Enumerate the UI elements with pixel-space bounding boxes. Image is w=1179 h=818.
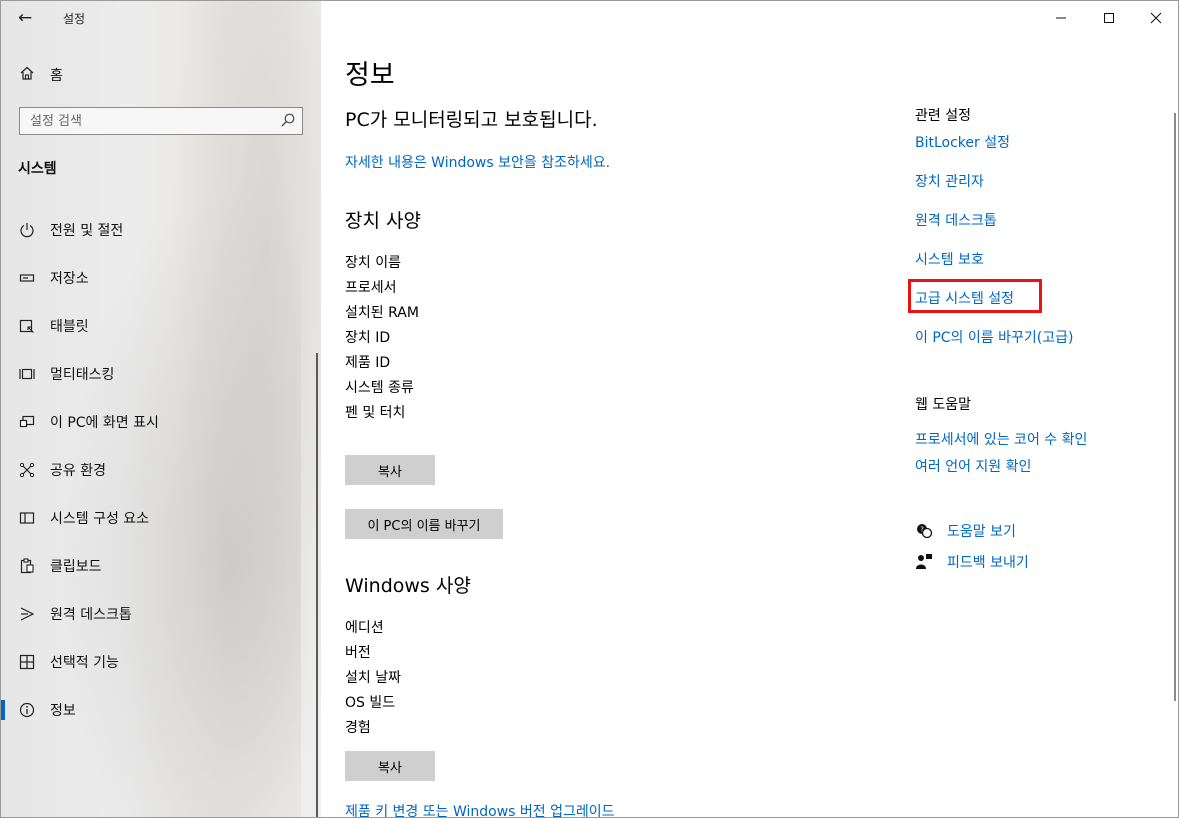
rename-pc-advanced-link[interactable]: 이 PC의 이름 바꾸기(고급) [915,327,1073,347]
main-content: 정보 PC가 모니터링되고 보호됩니다. 자세한 내용은 Windows 보안을… [321,1,1178,817]
sidebar-item-label: 전원 및 절전 [50,223,124,239]
sidebar-section-title: 시스템 [18,161,57,177]
optional-features-icon [18,653,36,671]
highlight-box [908,279,1042,313]
sidebar-item-components[interactable]: 시스템 구성 요소 [1,498,321,538]
spec-label: 버전 [345,645,371,661]
copy-device-specs-button[interactable]: 복사 [345,455,435,485]
sidebar-item-label: 멀티태스킹 [50,367,115,383]
home-label: 홈 [50,68,63,84]
maximize-icon [1104,13,1114,23]
spec-label: 장치 이름 [345,255,401,271]
device-manager-link[interactable]: 장치 관리자 [915,171,984,191]
sidebar-item-label: 원격 데스크톱 [50,607,132,623]
spec-label: 시스템 종류 [345,380,414,396]
storage-icon [18,269,36,287]
components-icon [18,509,36,527]
settings-search-box[interactable] [19,107,303,135]
sidebar-item-label: 저장소 [50,271,89,287]
sidebar-item-multitasking[interactable]: 멀티태스킹 [1,354,321,394]
sidebar-item-share[interactable]: 공유 환경 [1,450,321,490]
power-icon [18,221,36,239]
back-arrow-icon[interactable]: ← [18,7,38,29]
close-icon [1150,12,1162,24]
spec-label: 프로세서 [345,280,397,296]
spec-label: 제품 ID [345,355,391,371]
sidebar-item-label: 선택적 기능 [50,655,119,671]
sidebar-item-remote-desktop[interactable]: 원격 데스크톱 [1,594,321,634]
multitasking-icon [18,365,36,383]
share-icon [18,461,36,479]
page-title: 정보 [345,60,395,91]
search-input[interactable] [20,108,280,134]
sidebar-item-label: 공유 환경 [50,463,106,479]
feedback-icon [915,553,933,571]
protection-status: PC가 모니터링되고 보호됩니다. [345,109,598,131]
sidebar-item-label: 시스템 구성 요소 [50,511,150,527]
clipboard-icon [18,557,36,575]
spec-label: 설치된 RAM [345,305,419,321]
home-nav-item[interactable]: 홈 [18,64,63,86]
sidebar: ← 설정 홈 시스템 전원 및 절전 저장소 태블릿 멀티태스킹 [1,1,321,817]
info-icon [18,701,36,719]
language-support-help-link[interactable]: 여러 언어 지원 확인 [915,456,1031,476]
spec-label: 장치 ID [345,330,391,346]
spec-label: 경험 [345,720,371,736]
remote-desktop-link[interactable]: 원격 데스크톱 [915,210,997,230]
send-feedback-row[interactable]: 피드백 보내기 [915,551,1029,573]
sidebar-item-label: 태블릿 [50,319,89,335]
system-protection-link[interactable]: 시스템 보호 [915,249,984,269]
copy-windows-specs-button[interactable]: 복사 [345,751,435,781]
maximize-button[interactable] [1094,7,1124,29]
search-icon[interactable] [280,112,296,128]
sidebar-item-clipboard[interactable]: 클립보드 [1,546,321,586]
home-icon [18,65,36,85]
rename-pc-button[interactable]: 이 PC의 이름 바꾸기 [345,509,503,539]
app-title: 설정 [63,12,86,26]
get-help-link[interactable]: 도움말 보기 [947,521,1016,541]
sidebar-item-label: 이 PC에 화면 표시 [50,415,159,431]
related-settings-heading: 관련 설정 [915,108,971,124]
tablet-icon [18,317,36,335]
sidebar-item-optional-features[interactable]: 선택적 기능 [1,642,321,682]
sidebar-scrollbar[interactable] [316,353,318,817]
sidebar-item-label: 정보 [50,703,76,719]
project-icon [18,413,36,431]
web-help-heading: 웹 도움말 [915,397,971,413]
spec-label: 에디션 [345,620,384,636]
settings-window: ← 설정 홈 시스템 전원 및 절전 저장소 태블릿 멀티태스킹 [0,0,1179,818]
sidebar-item-power[interactable]: 전원 및 절전 [1,210,321,250]
sidebar-item-storage[interactable]: 저장소 [1,258,321,298]
cpu-cores-help-link[interactable]: 프로세서에 있는 코어 수 확인 [915,429,1087,449]
upgrade-windows-link[interactable]: 제품 키 변경 또는 Windows 버전 업그레이드 [345,801,615,817]
device-specs-heading: 장치 사양 [345,210,421,232]
windows-security-link[interactable]: 자세한 내용은 Windows 보안을 참조하세요. [345,152,610,172]
sidebar-item-label: 클립보드 [50,559,102,575]
sidebar-item-project[interactable]: 이 PC에 화면 표시 [1,402,321,442]
get-help-row[interactable]: ? 도움말 보기 [915,520,1016,542]
minimize-icon [1056,17,1066,19]
remote-desktop-icon [18,605,36,623]
svg-text:?: ? [920,526,924,534]
help-chat-icon: ? [915,522,933,540]
send-feedback-link[interactable]: 피드백 보내기 [947,552,1029,572]
main-scrollbar[interactable] [1174,113,1176,701]
bitlocker-settings-link[interactable]: BitLocker 설정 [915,132,1010,152]
minimize-button[interactable] [1046,7,1076,29]
spec-label: 설치 날짜 [345,670,401,686]
sidebar-item-tablet[interactable]: 태블릿 [1,306,321,346]
spec-label: 펜 및 터치 [345,405,406,421]
sidebar-item-about[interactable]: 정보 [1,690,321,730]
windows-specs-heading: Windows 사양 [345,575,471,597]
close-button[interactable] [1141,7,1171,29]
spec-label: OS 빌드 [345,695,396,711]
